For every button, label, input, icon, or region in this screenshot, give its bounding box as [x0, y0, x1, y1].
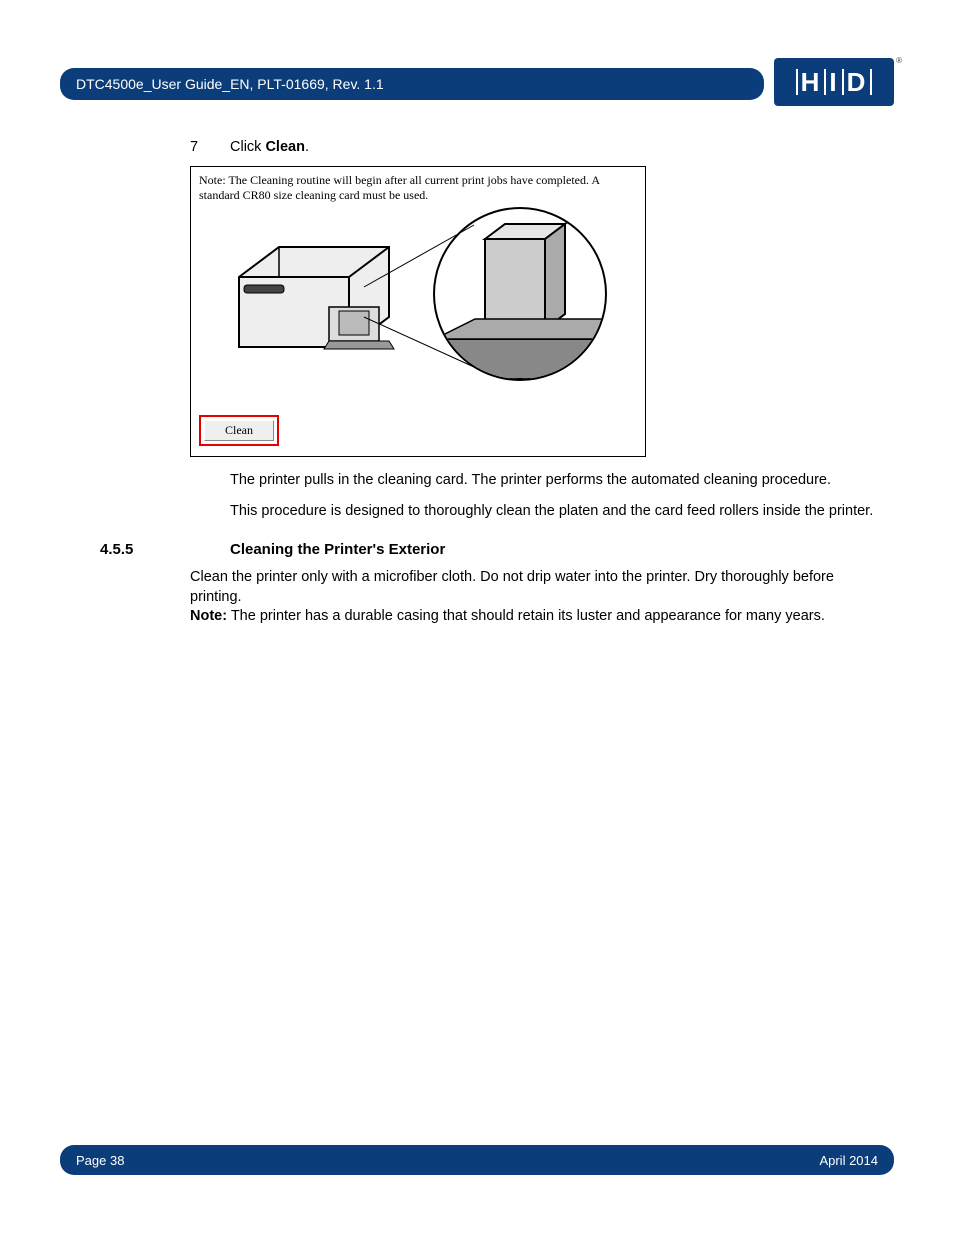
section-paragraph: Clean the printer only with a microfiber…: [190, 569, 834, 605]
cleaning-dialog-screenshot: Note: The Cleaning routine will begin af…: [190, 166, 646, 457]
step-text: Click Clean.: [230, 138, 309, 158]
clean-button-row: Clean: [191, 409, 645, 456]
header-title-bar: DTC4500e_User Guide_EN, PLT-01669, Rev. …: [60, 68, 764, 100]
clean-button-highlight: Clean: [199, 415, 279, 446]
section-number: 4.5.5: [60, 540, 230, 560]
page-header: DTC4500e_User Guide_EN, PLT-01669, Rev. …: [60, 60, 894, 108]
note-text: The printer has a durable casing that sh…: [227, 608, 825, 624]
hid-logo: HID ®: [774, 58, 894, 106]
section-title: Cleaning the Printer's Exterior: [230, 540, 445, 560]
section-body: Clean the printer only with a microfiber…: [60, 568, 884, 627]
hid-logo-text: HID: [793, 67, 876, 98]
body-paragraph-2: This procedure is designed to thoroughly…: [230, 502, 884, 522]
page-footer: Page 38 April 2014: [60, 1145, 894, 1175]
step-7: 7 Click Clean.: [190, 138, 884, 158]
footer-page: Page 38: [76, 1153, 124, 1168]
step-bold: Clean: [265, 139, 305, 155]
dialog-note-text: Note: The Cleaning routine will begin af…: [191, 167, 645, 207]
content-area: 7 Click Clean. Note: The Cleaning routin…: [60, 138, 894, 627]
clean-button[interactable]: Clean: [204, 420, 274, 441]
printer-illustration: [199, 207, 637, 403]
callout-lines-icon: [199, 207, 639, 403]
document-page: DTC4500e_User Guide_EN, PLT-01669, Rev. …: [0, 0, 954, 1235]
note-label: Note:: [190, 608, 227, 624]
footer-date: April 2014: [819, 1153, 878, 1168]
step-number: 7: [190, 138, 230, 158]
registered-mark: ®: [896, 56, 902, 65]
header-title: DTC4500e_User Guide_EN, PLT-01669, Rev. …: [76, 76, 384, 92]
body-paragraph-1: The printer pulls in the cleaning card. …: [230, 471, 884, 491]
section-heading: 4.5.5 Cleaning the Printer's Exterior: [60, 540, 884, 560]
